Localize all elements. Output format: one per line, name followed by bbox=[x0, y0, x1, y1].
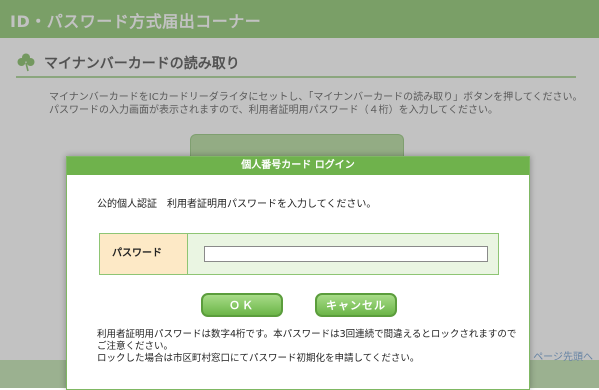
password-row: パスワード bbox=[99, 233, 499, 275]
login-dialog: 個人番号カード ログイン 公的個人認証 利用者証明用パスワードを入力してください… bbox=[66, 156, 530, 390]
note-line: ご注意ください。 bbox=[97, 341, 174, 352]
password-input[interactable] bbox=[204, 246, 488, 262]
ok-button[interactable]: ＯＫ bbox=[201, 293, 283, 317]
note-line: ロックした場合は市区町村窓口にてパスワード初期化を申請してください。 bbox=[97, 353, 420, 364]
note-line: 利用者証明用パスワードは数字4桁です。本パスワードは3回連続で間違えるとロックさ… bbox=[97, 329, 517, 340]
dialog-prompt: 公的個人認証 利用者証明用パスワードを入力してください。 bbox=[97, 199, 377, 210]
cancel-button[interactable]: キャンセル bbox=[315, 293, 397, 317]
password-label: パスワード bbox=[100, 234, 188, 274]
password-note: 利用者証明用パスワードは数字4桁です。本パスワードは3回連続で間違えるとロックさ… bbox=[97, 329, 517, 365]
dialog-title: 個人番号カード ログイン bbox=[67, 157, 529, 175]
